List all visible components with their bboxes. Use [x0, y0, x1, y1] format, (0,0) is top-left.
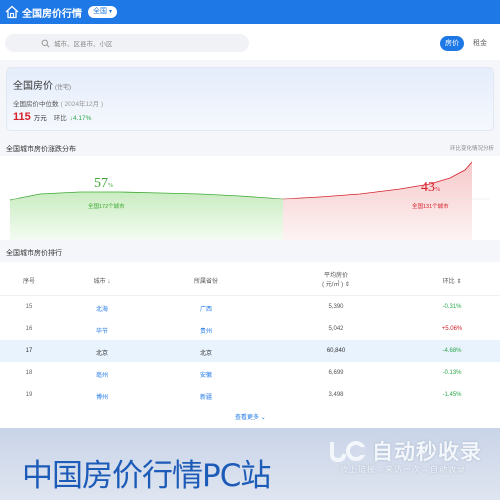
summary-card: 全国房价 (住宅) 全国房价中位数( 2024年12月 ) 115 万元 环比 ↓… [6, 67, 494, 131]
down-percent-value: 57 [94, 176, 108, 191]
row-price: 60,840 [326, 348, 346, 354]
row-city-link[interactable]: 博州 [82, 392, 122, 401]
row-change: -0.31% [442, 304, 462, 310]
up-percent-value: 43 [421, 180, 435, 195]
th-city[interactable]: 城市 ↓ [82, 276, 122, 285]
table-header: 序号 城市 ↓ 所属省份 平均房价 ( 元/㎡ ) ⇕ 环比 ⇕ [0, 262, 500, 296]
median-value-row: 115 万元 环比 ↓4.17% [13, 111, 91, 123]
table-row[interactable]: 15 北海 广西 5,390 -0.31% [0, 296, 500, 318]
up-area [283, 162, 472, 240]
sort-icon: ⇕ [343, 282, 350, 288]
brand-title[interactable]: 全国房价行情 [22, 5, 82, 20]
table-row[interactable]: 18 亳州 安徽 6,699 -0.13% [0, 362, 500, 384]
view-more-link[interactable]: 查看更多 ⌄ [235, 412, 266, 421]
th-change[interactable]: 环比 ⇕ [432, 276, 472, 285]
ranking-table: 序号 城市 ↓ 所属省份 平均房价 ( 元/㎡ ) ⇕ 环比 ⇕ 15 北海 广… [0, 262, 500, 428]
row-index: 19 [25, 392, 33, 398]
summary-title-text: 全国房价 [13, 81, 53, 92]
row-city-link[interactable]: 毕节 [82, 326, 122, 335]
table-row[interactable]: 19 博州 新疆 3,498 -1.45% [0, 384, 500, 406]
table-row[interactable]: 17 北京 北京 60,840 -4.68% [0, 340, 500, 362]
banner-title: 中国房价行情PC站 [22, 458, 271, 494]
row-index: 18 [25, 370, 33, 376]
watermark-logo: 自动秒收录 [326, 436, 482, 466]
row-city-link[interactable]: 亳州 [82, 370, 122, 379]
ranking-title: 全国城市房价排行 [6, 250, 62, 257]
search-bar-area: 城市、区县市、小区 房价 租金 [0, 24, 500, 60]
chevron-down-icon: ▾ [109, 9, 113, 15]
th-price-label: 平均房价 [323, 273, 348, 279]
th-change-label: 环比 [442, 279, 455, 285]
row-province-link[interactable]: 广西 [186, 304, 226, 313]
th-price[interactable]: 平均房价 ( 元/㎡ ) ⇕ [306, 270, 366, 288]
down-percent: 57% [94, 176, 113, 192]
search-placeholder: 城市、区县市、小区 [54, 41, 113, 48]
site-banner: 中国房价行情PC站 自动秒收录 收上链接→来访一次→自动收录 [0, 428, 500, 500]
median-date: ( 2024年12月 ) [60, 101, 104, 108]
th-province: 所属省份 [193, 279, 218, 285]
down-percent-sign: % [108, 183, 113, 189]
th-index: 序号 [22, 279, 35, 285]
row-index: 17 [25, 348, 33, 354]
up-caption: 全国131个城市 [412, 204, 449, 210]
median-label: 全国房价中位数( 2024年12月 ) [13, 98, 103, 108]
row-index: 16 [25, 326, 33, 332]
mom-value: ↓4.17% [69, 115, 92, 122]
search-input[interactable]: 城市、区县市、小区 [5, 34, 249, 52]
median-label-text: 全国房价中位数 [13, 101, 59, 108]
tab-price[interactable]: 房价 [440, 36, 464, 51]
distribution-chart-svg [9, 161, 490, 240]
row-change: -1.45% [442, 392, 462, 398]
mom-label: 环比 [53, 115, 67, 122]
row-city-link[interactable]: 北海 [82, 304, 122, 313]
search-icon [41, 39, 50, 47]
up-percent: 43% [421, 180, 440, 196]
house-icon [5, 5, 19, 19]
city-selector[interactable]: 全国 ▾ [88, 6, 118, 18]
watermark-mark-icon [330, 441, 366, 463]
row-city-link[interactable]: 北京 [82, 348, 122, 357]
city-selector-label: 全国 [93, 8, 107, 15]
th-city-label: 城市 [93, 279, 106, 285]
watermark-text: 自动秒收录 [372, 441, 482, 464]
distribution-link[interactable]: 环比变化情况分析 [450, 144, 494, 152]
watermark-subtext: 收上链接→来访一次→自动收录 [340, 465, 466, 474]
distribution-chart: 57% 全国172个城市 43% 全国131个城市 [0, 156, 500, 240]
row-change: +5.06% [441, 326, 463, 332]
row-price: 5,390 [328, 304, 344, 310]
top-header: 全国房价行情 全国 ▾ [0, 0, 500, 24]
tab-rent[interactable]: 租金 [468, 36, 492, 51]
up-percent-sign: % [435, 187, 440, 193]
summary-title-sub: (住宅) [55, 85, 71, 91]
row-price: 3,498 [328, 392, 344, 398]
row-price: 5,042 [328, 326, 344, 332]
median-unit: 万元 [33, 115, 47, 122]
sort-arrow-icon: ↓ [105, 279, 111, 285]
table-row[interactable]: 16 毕节 贵州 5,042 +5.06% [0, 318, 500, 340]
row-index: 15 [25, 304, 33, 310]
row-change: -4.68% [442, 348, 462, 354]
row-change: -0.13% [442, 370, 462, 376]
row-province-link[interactable]: 北京 [186, 348, 226, 357]
distribution-title: 全国城市房价涨跌分布 [6, 146, 76, 153]
sort-icon: ⇕ [454, 279, 462, 285]
th-price-unit: ( 元/㎡ ) [322, 282, 344, 288]
row-price: 6,699 [328, 370, 344, 376]
row-province-link[interactable]: 新疆 [186, 392, 226, 401]
down-caption: 全国172个城市 [88, 204, 125, 210]
row-province-link[interactable]: 安徽 [186, 370, 226, 379]
summary-title: 全国房价 (住宅) [13, 77, 71, 92]
median-value: 115 [13, 111, 31, 123]
row-province-link[interactable]: 贵州 [186, 326, 226, 335]
